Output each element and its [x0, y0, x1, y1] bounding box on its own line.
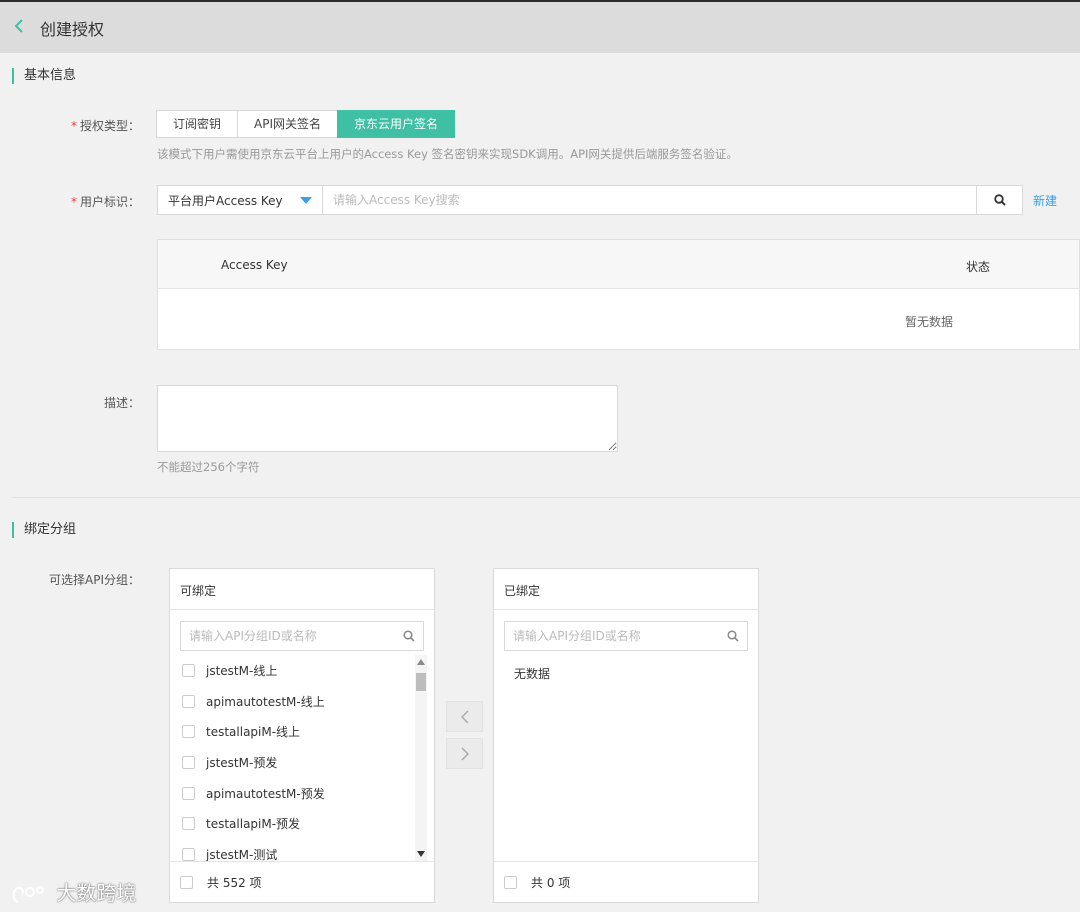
section-divider: [12, 497, 1080, 498]
page-title: 创建授权: [40, 19, 105, 39]
watermark-text: 大数跨境: [56, 881, 137, 905]
user-id-label: * 用户标识：: [70, 195, 140, 209]
checkbox[interactable]: [182, 725, 195, 739]
column-header-status: 状态: [966, 260, 991, 274]
bound-empty-text: 无数据: [514, 667, 551, 681]
list-item[interactable]: jstestM-测试: [180, 839, 412, 861]
required-mark: *: [70, 119, 77, 133]
available-panel-title: 可绑定: [170, 569, 434, 610]
checkbox[interactable]: [182, 847, 195, 861]
access-key-table: Access Key 状态 暂无数据: [157, 239, 1080, 350]
select-all-checkbox[interactable]: [504, 875, 517, 889]
section-title-bind: 绑定分组: [12, 522, 76, 538]
available-search-input[interactable]: [189, 629, 389, 643]
checkbox[interactable]: [182, 755, 195, 769]
checkbox[interactable]: [182, 694, 195, 708]
scroll-down-arrow-icon[interactable]: [417, 851, 425, 857]
bound-search-box: [504, 621, 748, 651]
search-icon: [993, 194, 1006, 206]
section-title-basic: 基本信息: [12, 68, 76, 84]
list-item[interactable]: testallapiM-预发: [180, 808, 412, 839]
user-id-type-select[interactable]: 平台用户Access Key: [157, 185, 323, 215]
bound-panel-title: 已绑定: [494, 569, 758, 610]
auth-type-segmented: 订阅密钥 API网关签名 京东云用户签名: [156, 110, 456, 138]
select-all-checkbox[interactable]: [180, 875, 193, 889]
new-access-key-link[interactable]: 新建: [1033, 192, 1057, 209]
checkbox[interactable]: [182, 786, 195, 800]
chevron-right-icon: [460, 746, 469, 761]
scrollbar-thumb[interactable]: [416, 673, 426, 691]
access-key-search-input[interactable]: [323, 185, 977, 215]
description-hint: 不能超过256个字符: [157, 460, 260, 474]
checkbox[interactable]: [182, 817, 195, 831]
list-item[interactable]: apimautotestM-线上: [180, 686, 412, 717]
access-key-search-button[interactable]: [977, 185, 1023, 215]
bound-count: 共 0 项: [531, 875, 571, 890]
available-search-box: [180, 621, 424, 651]
user-id-group: 平台用户Access Key: [157, 185, 1023, 215]
list-scrollbar[interactable]: [415, 655, 427, 861]
api-group-label: 可选择API分组：: [49, 573, 140, 587]
bound-groups-panel: 已绑定 无数据 共 0 项: [493, 568, 759, 903]
list-item[interactable]: apimautotestM-预发: [180, 778, 412, 809]
available-panel-footer: 共 552 项: [170, 861, 434, 902]
table-header: Access Key 状态: [158, 240, 1079, 289]
list-item[interactable]: jstestM-预发: [180, 747, 412, 778]
caret-down-icon: [300, 196, 312, 204]
list-item[interactable]: testallapiM-线上: [180, 716, 412, 747]
auth-type-option-subscription-key[interactable]: 订阅密钥: [156, 110, 239, 138]
table-empty-text: 暂无数据: [905, 315, 954, 329]
watermark-swirl-icon: [12, 885, 44, 903]
description-label: 描述：: [103, 396, 140, 410]
chevron-left-icon: [14, 19, 23, 33]
available-count: 共 552 项: [207, 875, 262, 890]
checkbox[interactable]: [182, 663, 195, 677]
move-right-button[interactable]: [446, 738, 483, 769]
back-button[interactable]: [14, 17, 34, 38]
search-icon: [727, 630, 739, 642]
required-mark: *: [70, 195, 77, 209]
description-textarea[interactable]: [157, 385, 618, 452]
auth-type-option-user-signature[interactable]: 京东云用户签名: [337, 110, 456, 138]
scroll-up-arrow-icon[interactable]: [417, 659, 425, 665]
bound-search-input[interactable]: [513, 629, 713, 643]
available-groups-list: jstestM-线上 apimautotestM-线上 testallapiM-…: [180, 655, 412, 861]
chevron-left-icon: [460, 709, 469, 724]
search-icon: [403, 630, 415, 642]
list-item[interactable]: jstestM-线上: [180, 655, 412, 686]
column-header-access-key: Access Key: [221, 258, 288, 272]
bound-panel-footer: 共 0 项: [494, 861, 758, 902]
available-groups-panel: 可绑定 jstestM-线上 apimautotestM-线上 testalla…: [169, 568, 435, 903]
auth-type-label: * 授权类型：: [70, 119, 140, 133]
auth-type-hint: 该模式下用户需使用京东云平台上用户的Access Key 签名密钥来实现SDK调…: [157, 147, 738, 161]
watermark-logo: 大数跨境: [10, 877, 136, 906]
move-left-button[interactable]: [446, 701, 483, 732]
user-id-type-value: 平台用户Access Key: [168, 193, 283, 208]
auth-type-option-gateway-signature[interactable]: API网关签名: [237, 110, 339, 138]
page-header: 创建授权: [0, 2, 1080, 53]
